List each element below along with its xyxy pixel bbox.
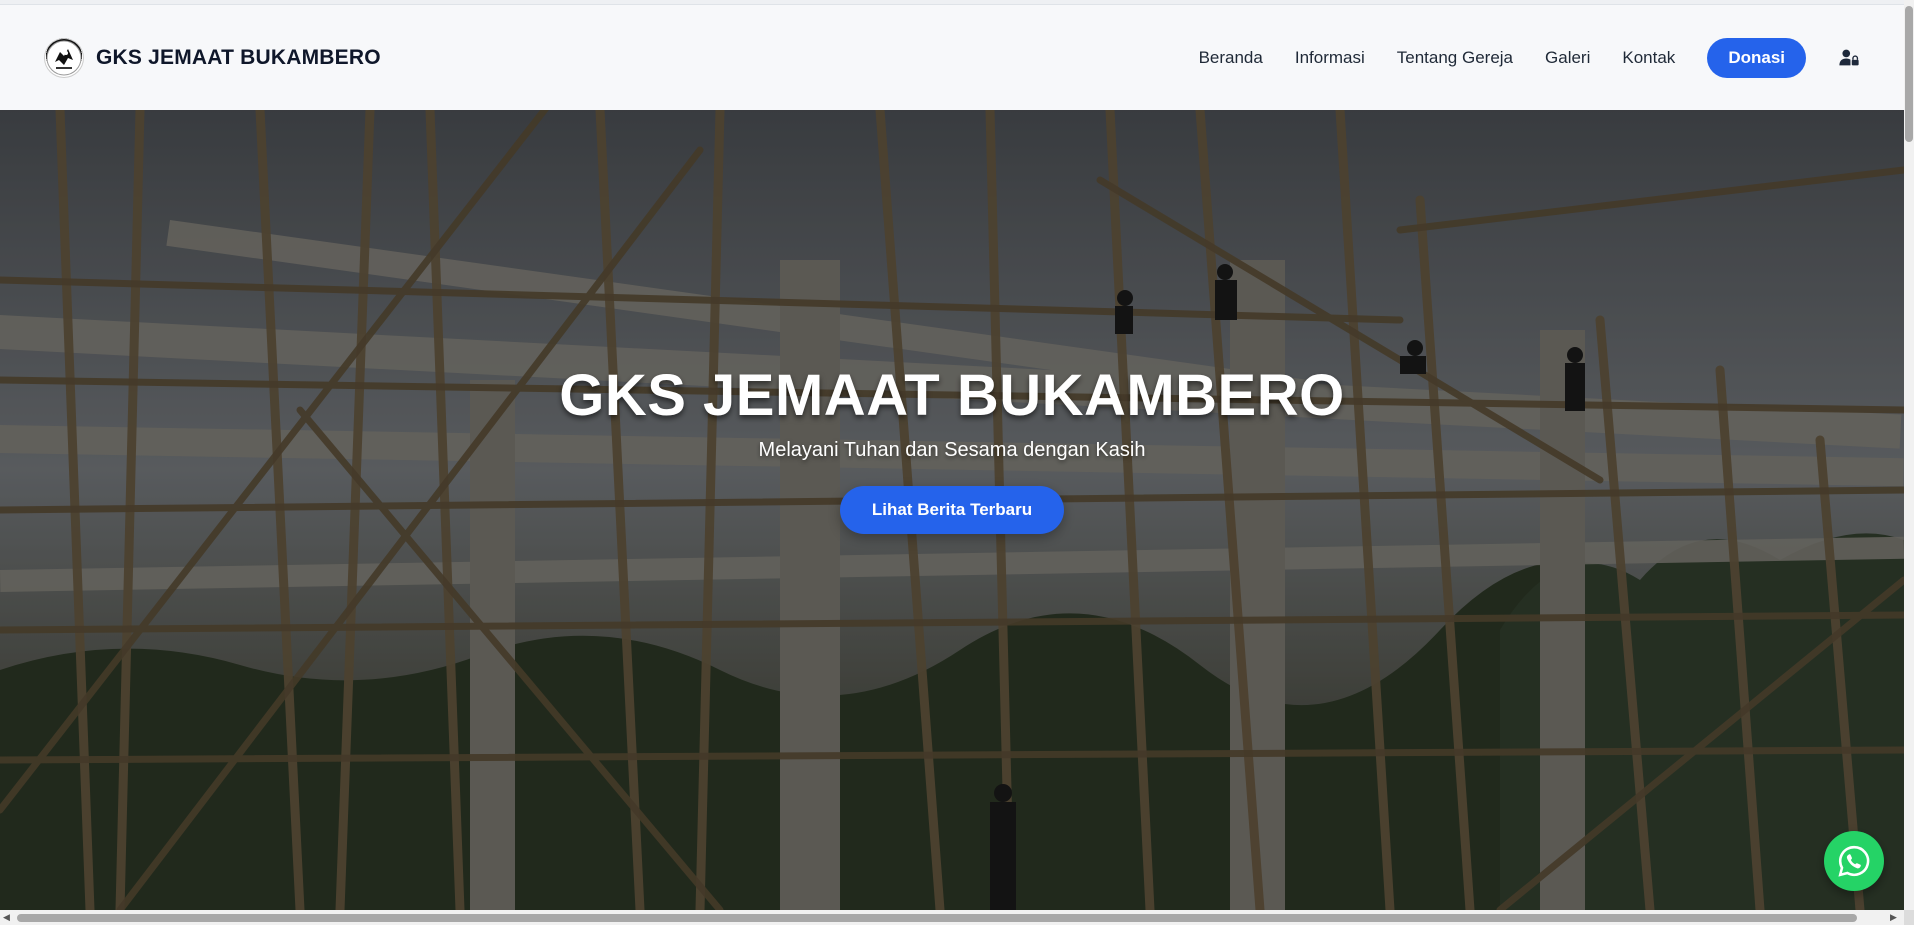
user-lock-icon[interactable] [1838, 47, 1860, 69]
horizontal-scrollbar-thumb[interactable] [17, 914, 1857, 922]
latest-news-button[interactable]: Lihat Berita Terbaru [839, 486, 1065, 534]
nav-link-informasi[interactable]: Informasi [1295, 48, 1365, 68]
whatsapp-button[interactable] [1824, 831, 1884, 891]
donate-button[interactable]: Donasi [1707, 37, 1806, 78]
hero-content: GKS JEMAAT BUKAMBERO Melayani Tuhan dan … [0, 362, 1904, 534]
hero-section: GKS JEMAAT BUKAMBERO Melayani Tuhan dan … [0, 110, 1904, 910]
browser-viewport: GKS JEMAAT BUKAMBERO Beranda Informasi T… [0, 0, 1904, 910]
brand-name: GKS JEMAAT BUKAMBERO [96, 45, 381, 69]
whatsapp-icon [1838, 845, 1870, 877]
nav-link-tentang-gereja[interactable]: Tentang Gereja [1397, 48, 1513, 68]
nav-links: Beranda Informasi Tentang Gereja Galeri … [1199, 37, 1860, 78]
hero-title: GKS JEMAAT BUKAMBERO [559, 363, 1345, 428]
horizontal-scrollbar[interactable]: ◀ ▶ [0, 910, 1904, 925]
scrollbar-corner [1904, 910, 1914, 925]
nav-link-kontak[interactable]: Kontak [1622, 48, 1675, 68]
nav-link-beranda[interactable]: Beranda [1199, 48, 1263, 68]
navbar: GKS JEMAAT BUKAMBERO Beranda Informasi T… [0, 5, 1904, 110]
brand-link[interactable]: GKS JEMAAT BUKAMBERO [44, 37, 381, 78]
church-emblem-icon [44, 37, 84, 78]
vertical-scrollbar-thumb[interactable] [1905, 6, 1913, 142]
hero-subtitle: Melayani Tuhan dan Sesama dengan Kasih [758, 439, 1146, 461]
scroll-right-arrow-icon[interactable]: ▶ [1890, 913, 1897, 922]
vertical-scrollbar[interactable] [1904, 0, 1914, 910]
nav-link-galeri[interactable]: Galeri [1545, 48, 1590, 68]
scroll-left-arrow-icon[interactable]: ◀ [3, 913, 10, 922]
